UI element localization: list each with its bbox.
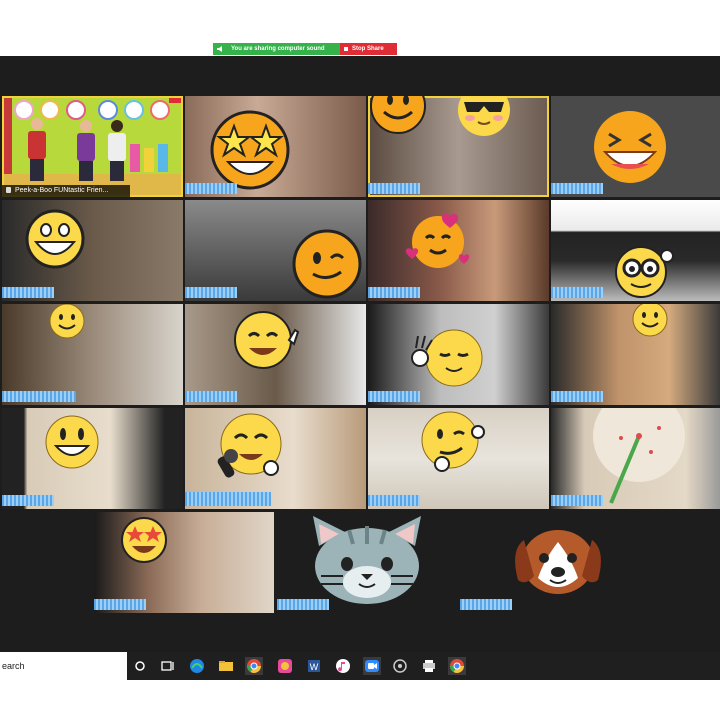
chrome-icon[interactable] bbox=[448, 657, 466, 675]
featured-name-text: Peek-a-Boo FUNtastic Frien... bbox=[15, 187, 109, 194]
participant-name-tag bbox=[551, 183, 603, 194]
video-tile-featured[interactable]: Peek-a-Boo FUNtastic Frien... bbox=[2, 96, 183, 197]
task-view-icon[interactable] bbox=[131, 657, 149, 675]
file-explorer-icon[interactable] bbox=[217, 657, 235, 675]
video-tile[interactable] bbox=[368, 304, 549, 405]
sharing-sound-message: You are sharing computer sound bbox=[213, 43, 340, 55]
live-indicator bbox=[169, 98, 181, 103]
video-tile[interactable] bbox=[368, 408, 549, 509]
app-icon[interactable] bbox=[391, 657, 409, 675]
itunes-icon[interactable] bbox=[334, 657, 352, 675]
participant-name-tag bbox=[185, 287, 237, 298]
video-tile[interactable] bbox=[185, 200, 366, 301]
tiny-smiley-emoji-icon bbox=[632, 304, 668, 337]
big-grin-emoji-icon bbox=[45, 415, 99, 469]
search-text: earch bbox=[2, 661, 25, 671]
thinking-wink-emoji-icon bbox=[421, 411, 485, 472]
stop-share-button[interactable]: Stop Share bbox=[340, 43, 397, 55]
cat-face-icon bbox=[313, 516, 421, 604]
participant-name-tag bbox=[368, 287, 420, 298]
heart-face-emoji-icon bbox=[406, 213, 470, 268]
pin-icon bbox=[6, 187, 11, 194]
featured-name-label: Peek-a-Boo FUNtastic Frien... bbox=[2, 185, 130, 197]
wink-emoji-icon bbox=[292, 229, 362, 299]
participant-name-tag bbox=[2, 287, 54, 298]
video-tile[interactable] bbox=[460, 512, 640, 613]
share-banner: You are sharing computer sound Stop Shar… bbox=[213, 43, 397, 55]
star-eyes-emoji-icon bbox=[210, 110, 290, 190]
star-eyes-emoji-icon bbox=[121, 517, 167, 563]
taskbar-search-box[interactable]: earch bbox=[0, 652, 127, 680]
dog-face-icon bbox=[515, 530, 601, 594]
video-tile[interactable] bbox=[185, 304, 366, 405]
participant-name-tag bbox=[551, 495, 603, 506]
participant-name-tag bbox=[277, 599, 329, 610]
video-tile[interactable] bbox=[551, 96, 720, 197]
stop-share-label: Stop Share bbox=[352, 46, 384, 52]
video-tile[interactable] bbox=[185, 96, 366, 197]
participant-name-tag bbox=[368, 183, 420, 194]
printer-icon[interactable] bbox=[420, 657, 438, 675]
paper-wheel-scene bbox=[593, 408, 685, 504]
participant-name-tag bbox=[368, 391, 420, 402]
participant-name-tag bbox=[368, 495, 420, 506]
chrome-icon[interactable] bbox=[245, 657, 263, 675]
laughing-emoji-icon bbox=[594, 111, 666, 183]
zoom-gallery-view: Peek-a-Boo FUNtastic Frien... bbox=[0, 56, 720, 652]
video-tile[interactable] bbox=[2, 304, 183, 405]
video-tile[interactable] bbox=[368, 96, 549, 197]
stage-scene bbox=[2, 96, 183, 197]
zoom-icon[interactable] bbox=[363, 657, 381, 675]
edge-icon[interactable] bbox=[188, 657, 206, 675]
video-tile[interactable] bbox=[368, 200, 549, 301]
svg-text:W: W bbox=[310, 662, 319, 672]
sunglasses-emoji-icon bbox=[458, 96, 510, 136]
participant-name-tag bbox=[2, 495, 54, 506]
ok-hand-emoji-icon bbox=[411, 329, 483, 387]
video-tile[interactable] bbox=[2, 200, 183, 301]
smiley-emoji-icon bbox=[370, 96, 426, 134]
grin-emoji-icon bbox=[25, 209, 85, 269]
video-tile[interactable] bbox=[94, 512, 274, 613]
speaker-icon bbox=[217, 46, 222, 52]
video-tile[interactable] bbox=[551, 200, 720, 301]
stop-icon bbox=[344, 47, 348, 51]
video-tile[interactable] bbox=[185, 408, 366, 509]
participant-name-tag bbox=[2, 391, 76, 402]
windows-taskbar: earch W bbox=[0, 652, 720, 680]
small-smiley-emoji-icon bbox=[49, 304, 85, 339]
participant-name-tag bbox=[460, 599, 512, 610]
video-tile[interactable] bbox=[277, 512, 457, 613]
participant-name-tag bbox=[551, 287, 603, 298]
singing-emoji-icon bbox=[217, 413, 282, 478]
nerd-glasses-emoji-icon bbox=[615, 246, 674, 298]
video-tile[interactable] bbox=[2, 408, 183, 509]
photos-icon[interactable] bbox=[276, 657, 294, 675]
sharing-sound-text: You are sharing computer sound bbox=[231, 46, 325, 52]
participant-name-tag bbox=[94, 599, 146, 610]
participant-name-tag bbox=[551, 391, 603, 402]
participant-name-tag bbox=[185, 492, 271, 506]
multitask-icon[interactable] bbox=[158, 657, 176, 675]
video-tile[interactable] bbox=[551, 304, 720, 405]
waving-emoji-icon bbox=[234, 311, 300, 369]
word-icon[interactable]: W bbox=[305, 657, 323, 675]
participant-name-tag bbox=[185, 391, 237, 402]
participant-name-tag bbox=[185, 183, 237, 194]
video-tile[interactable] bbox=[551, 408, 720, 509]
